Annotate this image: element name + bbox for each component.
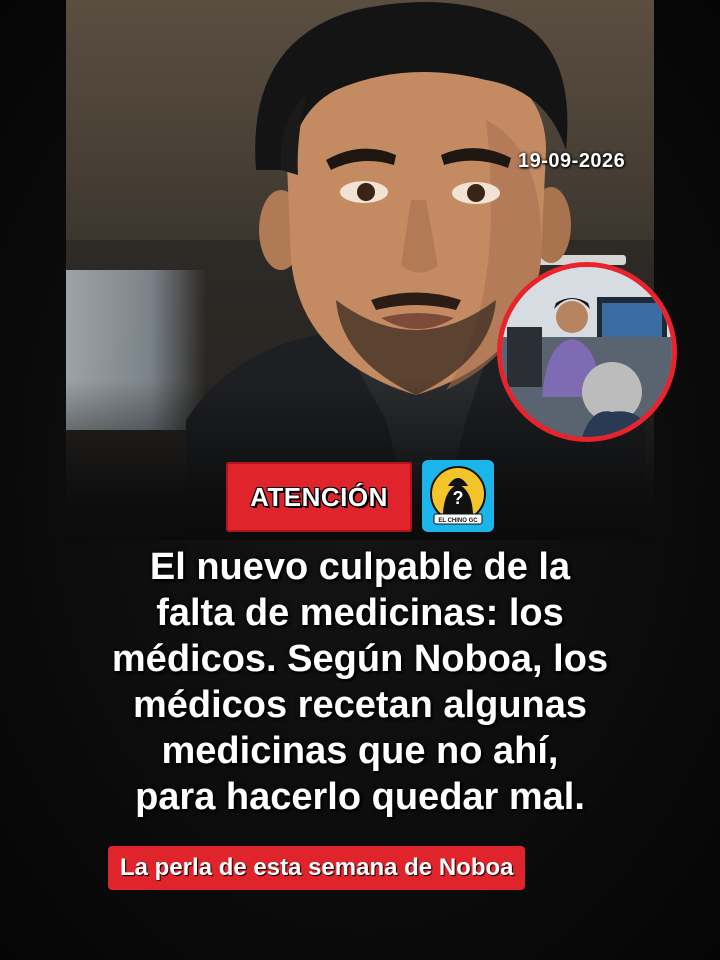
channel-logo: ? EL CHINO GC (422, 460, 494, 532)
inset-scene (502, 267, 672, 437)
headline-line: para hacerlo quedar mal. (135, 776, 585, 818)
headline-line: médicos recetan algunas (132, 684, 588, 726)
headline-line: médicos. Según Noboa, los (111, 638, 609, 680)
attention-label: ATENCIÓN (250, 481, 388, 512)
headline-line: El nuevo culpable de la (149, 546, 571, 588)
badge-row: ATENCIÓN ? EL CHINO GC (0, 460, 720, 532)
svg-text:?: ? (453, 488, 464, 508)
headline: El nuevo culpable de la falta de medicin… (60, 544, 660, 820)
video-frame: 19-09-2026 ATENCIÓN ? EL CHINO GC El nue… (0, 0, 720, 960)
headline-line: falta de medicinas: los (156, 592, 564, 634)
inset-photo (497, 262, 677, 442)
headline-line: medicinas que no ahí, (161, 730, 559, 772)
date-stamp: 19-09-2026 (518, 150, 626, 172)
attention-badge: ATENCIÓN (226, 462, 412, 532)
logo-text: EL CHINO GC (438, 518, 478, 524)
subtitle-banner: La perla de esta semana de Noboa (108, 846, 526, 890)
mystery-person-icon: ? EL CHINO GC (430, 466, 486, 525)
window-light (66, 270, 206, 430)
subtitle-text: La perla de esta semana de Noboa (120, 854, 514, 881)
